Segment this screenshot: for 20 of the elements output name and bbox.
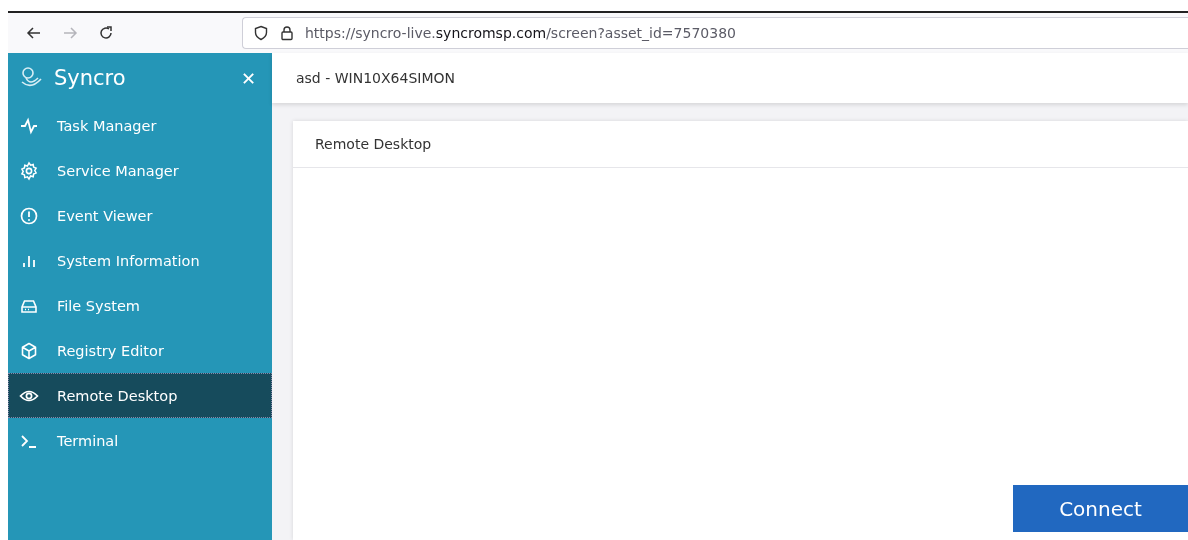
address-bar[interactable]: https://syncro-live.syncromsp.com/screen?asset_id=7570380 [242, 17, 1188, 49]
cube-icon [19, 340, 39, 361]
sidebar-item[interactable]: Event Viewer [8, 193, 272, 238]
sidebar-item[interactable]: Task Manager [8, 103, 272, 148]
connect-button[interactable]: Connect [1013, 485, 1188, 532]
pulse-icon [19, 115, 39, 136]
alert-icon [19, 205, 39, 226]
sidebar-item[interactable]: System Information [8, 238, 272, 283]
page-title: asd - WIN10X64SIMON [296, 70, 455, 86]
sidebar-item[interactable]: Registry Editor [8, 328, 272, 373]
brand-name: Syncro [54, 66, 127, 90]
sidebar-item[interactable]: Service Manager [8, 148, 272, 193]
gear-icon [19, 160, 39, 181]
lock-icon[interactable] [279, 25, 295, 41]
sidebar-item[interactable]: Terminal [8, 418, 272, 463]
close-button[interactable]: ✕ [240, 67, 256, 89]
sidebar-item[interactable]: File System [8, 283, 272, 328]
card-title: Remote Desktop [315, 136, 432, 152]
shield-icon[interactable] [253, 25, 269, 41]
sidebar-item[interactable]: Remote Desktop [8, 373, 272, 418]
